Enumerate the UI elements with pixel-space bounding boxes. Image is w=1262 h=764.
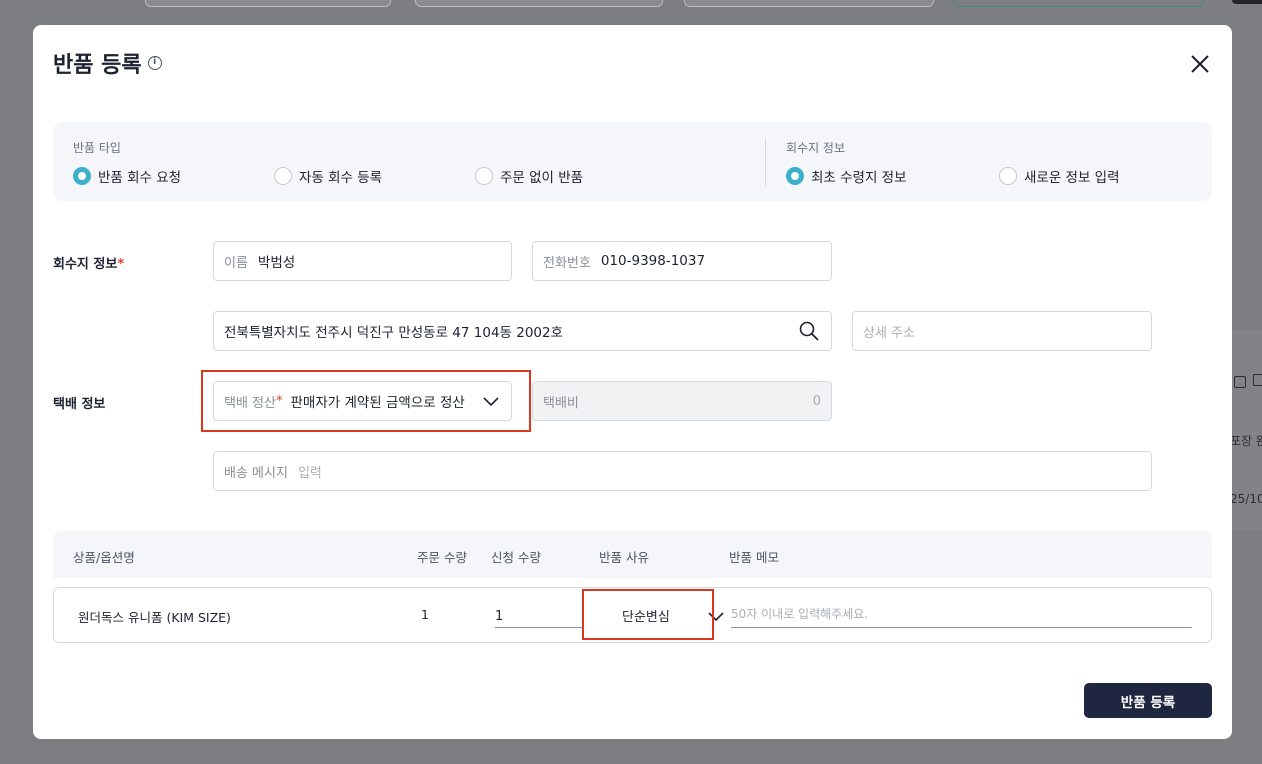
modal-title: 반품 등록 xyxy=(53,53,142,78)
column-header-order-qty: 주문 수량 xyxy=(417,550,467,565)
search-icon[interactable] xyxy=(799,321,819,341)
table-header: 상품/옵션명 주문 수량 신청 수량 반품 사유 반품 메모 xyxy=(53,531,1212,578)
radio-label: 새로운 정보 입력 xyxy=(1024,170,1120,186)
radio-new-info-input[interactable]: 새로운 정보 입력 xyxy=(999,166,1120,186)
phone-field-value: 010-9398-1037 xyxy=(600,253,706,269)
close-icon[interactable] xyxy=(1189,53,1211,75)
background-field xyxy=(684,0,934,7)
delivery-fee-value: 0 xyxy=(812,393,821,409)
radio-dot xyxy=(999,167,1017,185)
name-field-label: 이름 xyxy=(224,255,248,271)
address-field[interactable]: 전북특별자치도 전주시 덕진구 만성동로 47 104동 2002호 xyxy=(213,311,832,351)
panel-divider xyxy=(765,138,766,186)
column-header-memo: 반품 메모 xyxy=(729,550,779,565)
background-icon xyxy=(1253,374,1262,386)
return-register-modal: 반품 등록 i 반품 타입 반품 회수 요청 자동 회수 등록 주문 없이 반품… xyxy=(33,25,1232,739)
settlement-label: 택배 정산 xyxy=(224,395,276,411)
chevron-down-icon[interactable] xyxy=(483,395,499,407)
request-quantity-value: 1 xyxy=(495,609,504,624)
info-icon[interactable]: i xyxy=(147,56,162,70)
required-mark: * xyxy=(117,257,125,272)
delivery-fee-field: 택배비 0 xyxy=(532,381,832,421)
phone-field-label: 전화번호 xyxy=(543,255,591,271)
background-button-dark xyxy=(1232,0,1262,4)
delivery-fee-label: 택배비 xyxy=(543,395,579,411)
return-memo-placeholder: 50자 이내로 입력해주세요. xyxy=(731,607,869,621)
radio-label: 자동 회수 등록 xyxy=(299,170,383,186)
return-memo-input[interactable]: 50자 이내로 입력해주세요. xyxy=(731,598,1192,628)
required-mark: * xyxy=(275,393,283,409)
background-field xyxy=(145,0,391,7)
phone-field[interactable]: 전화번호 010-9398-1037 xyxy=(532,241,832,281)
radio-label: 최초 수령지 정보 xyxy=(811,170,907,186)
table-row: 원더독스 유니폼 (KIM SIZE) 1 1 단순변심 50자 이내로 입력해… xyxy=(53,587,1212,643)
radio-label: 주문 없이 반품 xyxy=(500,170,584,186)
detail-address-field[interactable]: 상세 주소 xyxy=(852,311,1152,351)
detail-address-placeholder: 상세 주소 xyxy=(863,325,915,341)
address-value: 전북특별자치도 전주시 덕진구 만성동로 47 104동 2002호 xyxy=(224,325,564,341)
background-button xyxy=(954,0,1204,7)
radio-first-recipient-info[interactable]: 최초 수령지 정보 xyxy=(786,166,907,186)
background-icon xyxy=(1234,376,1246,388)
column-header-reason: 반품 사유 xyxy=(599,550,649,565)
return-reason-select[interactable]: 단순변심 xyxy=(602,598,732,632)
delivery-row-label: 택배 정보 xyxy=(53,397,106,412)
delivery-message-placeholder: 입력 xyxy=(297,465,322,481)
column-header-request-qty: 신청 수량 xyxy=(491,550,541,565)
modal-title-wrap: 반품 등록 i xyxy=(53,47,162,79)
pickup-info-label: 회수지 정보 xyxy=(786,141,846,155)
name-field-value: 박범성 xyxy=(257,255,296,271)
radio-dot xyxy=(73,167,91,185)
radio-dot xyxy=(786,167,804,185)
product-name: 원더독스 유니폼 (KIM SIZE) xyxy=(78,610,231,625)
delivery-message-field[interactable]: 배송 메시지 입력 xyxy=(213,451,1152,491)
order-quantity: 1 xyxy=(421,607,429,622)
request-quantity-input[interactable]: 1 xyxy=(495,606,583,628)
radio-label: 반품 회수 요청 xyxy=(98,170,182,186)
submit-return-button[interactable]: 반품 등록 xyxy=(1084,683,1212,718)
return-type-label: 반품 타입 xyxy=(73,141,121,155)
background-text: 포장 완 xyxy=(1230,434,1262,448)
delivery-message-label: 배송 메시지 xyxy=(224,465,288,481)
background-field xyxy=(415,0,663,7)
chevron-down-icon[interactable] xyxy=(708,610,724,622)
radio-dot xyxy=(274,167,292,185)
return-reason-value: 단순변심 xyxy=(622,609,670,625)
background-text: 25/10 xyxy=(1230,492,1262,506)
radio-return-pickup-request[interactable]: 반품 회수 요청 xyxy=(73,166,181,186)
return-type-panel: 반품 타입 반품 회수 요청 자동 회수 등록 주문 없이 반품 회수지 정보 … xyxy=(53,122,1212,201)
radio-return-without-order[interactable]: 주문 없이 반품 xyxy=(475,166,583,186)
column-header-product: 상품/옵션명 xyxy=(73,550,135,565)
pickup-row-label-text: 회수지 정보 xyxy=(53,257,118,272)
radio-auto-pickup-register[interactable]: 자동 회수 등록 xyxy=(274,166,382,186)
delivery-settlement-select[interactable]: 택배 정산 * 판매자가 계약된 금액으로 정산 xyxy=(213,381,512,421)
name-field[interactable]: 이름 박범성 xyxy=(213,241,512,281)
radio-dot xyxy=(475,167,493,185)
pickup-row-label: 회수지 정보* xyxy=(53,253,124,272)
settlement-value: 판매자가 계약된 금액으로 정산 xyxy=(290,395,465,411)
